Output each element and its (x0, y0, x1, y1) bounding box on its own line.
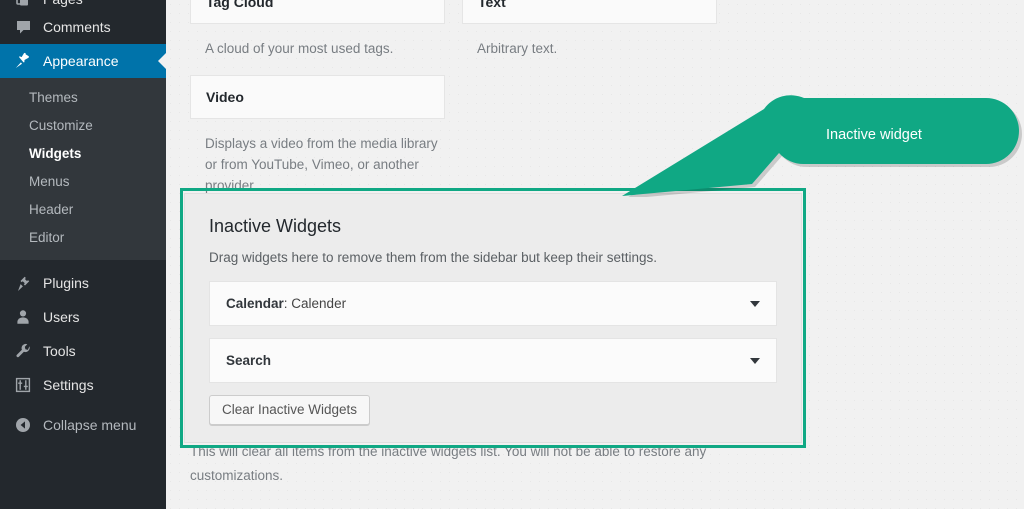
widget-description: Arbitrary text. (477, 41, 558, 56)
available-widgets-right-column: Text Arbitrary text. (462, 0, 717, 75)
sidebar-item-pages[interactable]: Pages (0, 0, 166, 10)
sidebar-item-label: Tools (43, 343, 76, 359)
callout-label: Inactive widget (826, 127, 922, 143)
wordpress-widgets-screen: Pages Comments Appearance Themes Customi… (0, 0, 1024, 509)
collapse-arrow-icon (12, 415, 34, 435)
sidebar-item-label: Users (43, 309, 80, 325)
widget-card-tag-cloud[interactable]: Tag Cloud (190, 0, 445, 24)
sidebar-lower-group: Plugins Users Tools Settings Collapse me… (0, 260, 166, 442)
settings-sliders-icon (12, 375, 34, 395)
inactive-widgets-highlight-box (180, 188, 806, 448)
sidebar-item-label: Pages (43, 0, 83, 10)
sidebar-item-label: Appearance (43, 53, 119, 69)
sidebar-subitem-editor[interactable]: Editor (0, 224, 166, 252)
sidebar-item-label: Settings (43, 377, 94, 393)
sidebar-item-plugins[interactable]: Plugins (0, 266, 166, 300)
sidebar-item-collapse-menu[interactable]: Collapse menu (0, 408, 166, 442)
sidebar-item-label: Collapse menu (43, 417, 137, 433)
sidebar-item-appearance[interactable]: Appearance (0, 44, 166, 78)
sidebar-item-users[interactable]: Users (0, 300, 166, 334)
sidebar-item-settings[interactable]: Settings (0, 368, 166, 402)
widget-card-title: Text (478, 0, 506, 10)
sidebar-item-label: Plugins (43, 275, 89, 291)
pages-icon (12, 0, 34, 9)
sidebar-subitem-menus[interactable]: Menus (0, 168, 166, 196)
widget-card-video[interactable]: Video (190, 75, 445, 119)
plugin-icon (12, 273, 34, 293)
appearance-icon (12, 51, 34, 71)
widget-card-title: Video (206, 89, 244, 105)
available-widgets-left-column: Tag Cloud A cloud of your most used tags… (190, 0, 445, 212)
sidebar-item-label: Comments (43, 19, 111, 35)
callout-inactive-widget: Inactive widget (580, 92, 1024, 197)
wrench-icon (12, 341, 34, 361)
comments-icon (12, 17, 34, 37)
sidebar-subitem-header[interactable]: Header (0, 196, 166, 224)
widget-description: A cloud of your most used tags. (205, 41, 394, 56)
sidebar-item-comments[interactable]: Comments (0, 10, 166, 44)
sidebar-subitem-widgets[interactable]: Widgets (0, 140, 166, 168)
user-icon (12, 307, 34, 327)
widget-card-title: Tag Cloud (206, 0, 274, 10)
sidebar-subitem-themes[interactable]: Themes (0, 84, 166, 112)
admin-sidebar: Pages Comments Appearance Themes Customi… (0, 0, 166, 509)
sidebar-item-tools[interactable]: Tools (0, 334, 166, 368)
appearance-submenu: Themes Customize Widgets Menus Header Ed… (0, 78, 166, 260)
main-content: Tag Cloud A cloud of your most used tags… (166, 0, 1024, 509)
widget-card-text[interactable]: Text (462, 0, 717, 24)
sidebar-subitem-customize[interactable]: Customize (0, 112, 166, 140)
